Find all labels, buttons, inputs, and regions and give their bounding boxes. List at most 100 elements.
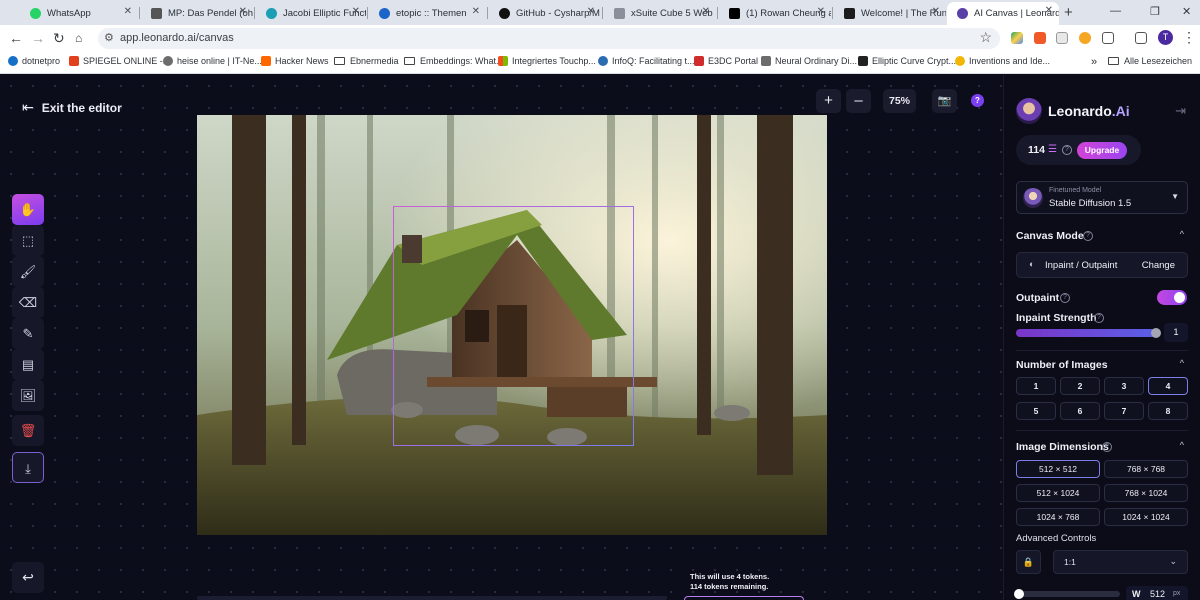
tab-xsuite[interactable]: xSuite Cube 5 Web ✕ bbox=[604, 3, 716, 23]
dimension-512x512[interactable]: 512 × 512 bbox=[1016, 460, 1100, 478]
text-layer-tool-button[interactable]: ▤ bbox=[12, 349, 44, 380]
pan-tool-button[interactable]: ✋ bbox=[12, 194, 44, 225]
num-images-2[interactable]: 2 bbox=[1060, 377, 1100, 395]
width-input[interactable]: W 512 px bbox=[1126, 586, 1188, 600]
prompt-bar[interactable] bbox=[197, 596, 667, 600]
chevron-up-icon[interactable]: ^ bbox=[1180, 358, 1184, 368]
exit-editor-button[interactable]: ⇤ Exit the editor bbox=[22, 99, 122, 116]
zoom-level[interactable]: 75% bbox=[883, 89, 916, 113]
num-images-3[interactable]: 3 bbox=[1104, 377, 1144, 395]
bookmark-embeddings[interactable]: Embeddings: What... bbox=[404, 56, 504, 66]
draw-mask-tool-button[interactable]: 🖌 bbox=[12, 256, 44, 287]
extension-icon[interactable] bbox=[1079, 32, 1091, 44]
width-slider[interactable] bbox=[1014, 589, 1120, 599]
url-bar[interactable]: ⚙ app.leonardo.ai/canvas ☆ bbox=[98, 28, 1000, 49]
close-tab-icon[interactable]: ✕ bbox=[702, 6, 710, 17]
close-tab-icon[interactable]: ✕ bbox=[587, 6, 595, 17]
close-tab-icon[interactable]: ✕ bbox=[124, 6, 132, 17]
more-bookmarks-button[interactable]: » bbox=[1091, 56, 1097, 68]
tab-das-pendel[interactable]: MP: Das Pendel (ohn ✕ bbox=[141, 3, 253, 23]
erase-tool-button[interactable]: ⌫ bbox=[12, 287, 44, 318]
restore-icon[interactable]: ❐ bbox=[1150, 5, 1160, 18]
collapse-panel-icon[interactable]: ⇥ bbox=[1175, 103, 1186, 119]
bookmark-dotnetpro[interactable]: dotnetpro bbox=[8, 56, 60, 66]
close-tab-icon[interactable]: ✕ bbox=[352, 6, 360, 17]
close-tab-icon[interactable]: ✕ bbox=[1045, 5, 1053, 16]
generate-button[interactable] bbox=[684, 596, 804, 600]
select-tool-button[interactable]: ⬚ bbox=[12, 225, 44, 256]
tab-the-rundown[interactable]: Welcome! | The Run ✕ bbox=[834, 3, 946, 23]
home-icon[interactable]: ⌂ bbox=[75, 30, 82, 46]
close-window-icon[interactable]: ✕ bbox=[1182, 5, 1191, 18]
dimension-512x1024[interactable]: 512 × 1024 bbox=[1016, 484, 1100, 502]
document-extension-icon[interactable] bbox=[1056, 32, 1068, 44]
bookmark-neural-ode[interactable]: Neural Ordinary Di... bbox=[761, 56, 857, 66]
delete-button[interactable]: 🗑 bbox=[12, 415, 44, 446]
inpaint-strength-value[interactable]: 1 bbox=[1164, 323, 1188, 342]
bookmark-elliptic-curve[interactable]: Elliptic Curve Crypt... bbox=[858, 56, 956, 66]
dimension-1024x768[interactable]: 1024 × 768 bbox=[1016, 508, 1100, 526]
dimension-1024x1024[interactable]: 1024 × 1024 bbox=[1104, 508, 1188, 526]
bookmark-infoq[interactable]: InfoQ: Facilitating t... bbox=[598, 56, 695, 66]
back-icon[interactable]: ← bbox=[9, 30, 23, 46]
image-upload-tool-button[interactable]: 🖼 bbox=[12, 380, 44, 411]
bookmark-spiegel[interactable]: SPIEGEL ONLINE -... bbox=[69, 56, 170, 66]
bookmark-star-icon[interactable]: ☆ bbox=[979, 29, 992, 46]
info-icon[interactable]: ? bbox=[1083, 231, 1093, 241]
bookmark-hacker-news[interactable]: Hacker News bbox=[261, 56, 329, 66]
tab-jacobi[interactable]: Jacobi Elliptic Functi ✕ bbox=[256, 3, 366, 23]
num-images-6[interactable]: 6 bbox=[1060, 402, 1100, 420]
reload-icon[interactable]: ↻ bbox=[53, 30, 65, 46]
aspect-ratio-select[interactable]: 1:1 ⌄ bbox=[1053, 550, 1188, 574]
inpaint-strength-slider[interactable] bbox=[1016, 328, 1161, 338]
zoom-in-button[interactable]: + bbox=[816, 89, 841, 113]
all-bookmarks-button[interactable]: Alle Lesezeichen bbox=[1108, 56, 1192, 66]
tab-etopic[interactable]: etopic :: Themen ✕ bbox=[369, 3, 486, 23]
change-mode-button[interactable]: Change bbox=[1142, 260, 1175, 271]
slider-handle[interactable] bbox=[1014, 589, 1024, 599]
minimize-icon[interactable]: — bbox=[1110, 5, 1121, 17]
num-images-5[interactable]: 5 bbox=[1016, 402, 1056, 420]
slider-handle[interactable] bbox=[1150, 328, 1161, 338]
new-tab-button[interactable]: + bbox=[1064, 4, 1073, 21]
dimension-768x1024[interactable]: 768 × 1024 bbox=[1104, 484, 1188, 502]
info-icon[interactable]: ? bbox=[1062, 145, 1072, 155]
download-button[interactable]: ⤓ bbox=[12, 452, 44, 483]
bookmark-e3dc[interactable]: E3DC Portal bbox=[694, 56, 758, 66]
tab-github[interactable]: GitHub - Cysharp/M ✕ bbox=[489, 3, 601, 23]
extension-icon[interactable] bbox=[1034, 32, 1046, 44]
model-select[interactable]: Finetuned Model Stable Diffusion 1.5 ▼ bbox=[1016, 181, 1188, 214]
help-icon[interactable]: ? bbox=[971, 94, 984, 107]
bookmark-folder-ebnermedia[interactable]: Ebnermedia bbox=[334, 56, 399, 66]
pencil-tool-button[interactable]: ✎ bbox=[12, 318, 44, 349]
side-panel-icon[interactable] bbox=[1135, 32, 1147, 44]
chevron-up-icon[interactable]: ^ bbox=[1180, 229, 1184, 239]
num-images-1[interactable]: 1 bbox=[1016, 377, 1056, 395]
zoom-out-button[interactable]: – bbox=[846, 89, 871, 113]
chevron-up-icon[interactable]: ^ bbox=[1180, 440, 1184, 450]
info-icon[interactable]: ? bbox=[1102, 442, 1112, 452]
tab-ai-canvas[interactable]: AI Canvas | Leonardo ✕ bbox=[947, 2, 1059, 25]
extensions-puzzle-icon[interactable] bbox=[1102, 32, 1114, 44]
close-tab-icon[interactable]: ✕ bbox=[239, 6, 247, 17]
aspect-lock-button[interactable]: 🔒 bbox=[1016, 550, 1041, 574]
close-tab-icon[interactable]: ✕ bbox=[472, 6, 480, 17]
outpaint-toggle[interactable] bbox=[1157, 290, 1187, 305]
upgrade-button[interactable]: Upgrade bbox=[1077, 142, 1127, 159]
close-tab-icon[interactable]: ✕ bbox=[817, 6, 825, 17]
dimension-768x768[interactable]: 768 × 768 bbox=[1104, 460, 1188, 478]
forward-icon[interactable]: → bbox=[31, 30, 45, 46]
bookmark-inventions[interactable]: Inventions and Ide... bbox=[955, 56, 1050, 66]
undo-button[interactable]: ↩ bbox=[12, 562, 44, 593]
menu-kebab-icon[interactable]: ⋮ bbox=[1182, 29, 1196, 45]
num-images-4[interactable]: 4 bbox=[1148, 377, 1188, 395]
num-images-8[interactable]: 8 bbox=[1148, 402, 1188, 420]
site-info-icon[interactable]: ⚙ bbox=[104, 31, 114, 44]
info-icon[interactable]: ? bbox=[1060, 293, 1070, 303]
canvas-mode-select[interactable]: ◐ Inpaint / Outpaint Change bbox=[1016, 252, 1188, 278]
tab-rowan-cheung[interactable]: (1) Rowan Cheung a ✕ bbox=[719, 3, 831, 23]
profile-avatar[interactable]: T bbox=[1158, 30, 1173, 45]
bookmark-heise[interactable]: heise online | IT-Ne... bbox=[163, 56, 262, 66]
tab-whatsapp[interactable]: WhatsApp ✕ bbox=[20, 3, 138, 23]
camera-button[interactable]: 📷 bbox=[932, 89, 957, 113]
